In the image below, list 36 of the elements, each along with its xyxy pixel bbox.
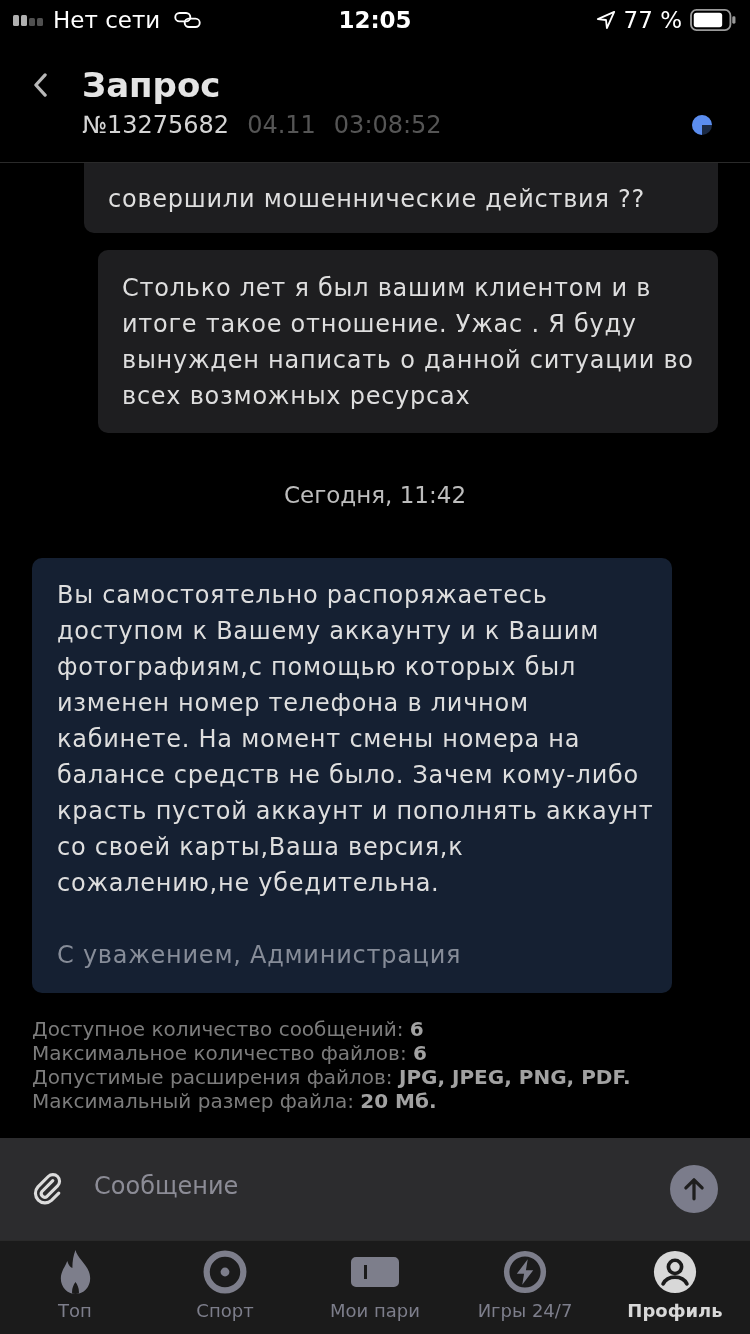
back-icon[interactable] — [33, 73, 48, 97]
arrow-up-icon — [681, 1176, 707, 1202]
tab-item[interactable]: Топ — [0, 1241, 150, 1334]
page-title: Запрос — [82, 64, 221, 107]
link-icon — [174, 12, 202, 28]
tab-item[interactable]: Профиль — [600, 1241, 750, 1334]
tab-item[interactable]: Спорт — [150, 1241, 300, 1334]
signature-text: С уважением, Администрация — [57, 940, 463, 971]
request-number: №13275682 — [82, 110, 230, 141]
message-text: Вы самостоятельно распоряжаетесь доступом к Вашему аккаунту и к Вашим фотографиям,с помощью которых был изменен номер телефона в личном кабинете. На момент смены номера на балансе средств не было. Зачем кому-либо красть пустой аккаунт и пополнять аккаунт со своей карты,Ваша версия,к сожалению,не убедительна. — [57, 580, 655, 899]
request-date: 04.11 — [247, 110, 316, 141]
message-composer[interactable]: Сообщение — [0, 1138, 750, 1240]
tab-item[interactable]: Мои пари — [300, 1241, 450, 1334]
target-icon — [203, 1250, 247, 1294]
signal-icon — [13, 14, 43, 26]
limit-text: Доступное количество сообщений: 6 — [32, 1017, 425, 1041]
profile-icon — [653, 1250, 697, 1294]
battery-percent-text: 77 % — [623, 7, 682, 33]
battery-icon — [690, 9, 736, 31]
flame-icon — [58, 1250, 92, 1294]
message-text: Столько лет я был вашим клиентом и в итоге такое отношение. Ужас . Я буду вынужден написать о данной ситуации во всех возможных ресурсах — [122, 273, 695, 412]
carrier-text: Нет сети — [53, 7, 161, 33]
date-separator: Сегодня, 11:42 — [283, 481, 466, 510]
message-text: совершили мошеннические действия ?? — [108, 184, 646, 215]
send-button[interactable] — [670, 1165, 718, 1213]
limit-text: Максимальный размер файла: 20 Мб. — [32, 1089, 438, 1113]
limit-text: Допустимые расширения файлов: JPG, JPEG, PNG, PDF. — [32, 1065, 632, 1089]
message-input[interactable]: Сообщение — [94, 1161, 640, 1211]
lightning-icon — [503, 1250, 547, 1294]
location-arrow-icon — [595, 10, 616, 30]
request-time: 03:08:52 — [333, 110, 442, 141]
pie-status-icon — [691, 114, 713, 136]
paperclip-icon[interactable] — [32, 1171, 64, 1207]
limit-text: Максимальное количество файлов: 6 — [32, 1041, 428, 1065]
tab-item[interactable]: Игры 24/7 — [450, 1241, 600, 1334]
clock-text: 12:05 — [338, 7, 412, 33]
